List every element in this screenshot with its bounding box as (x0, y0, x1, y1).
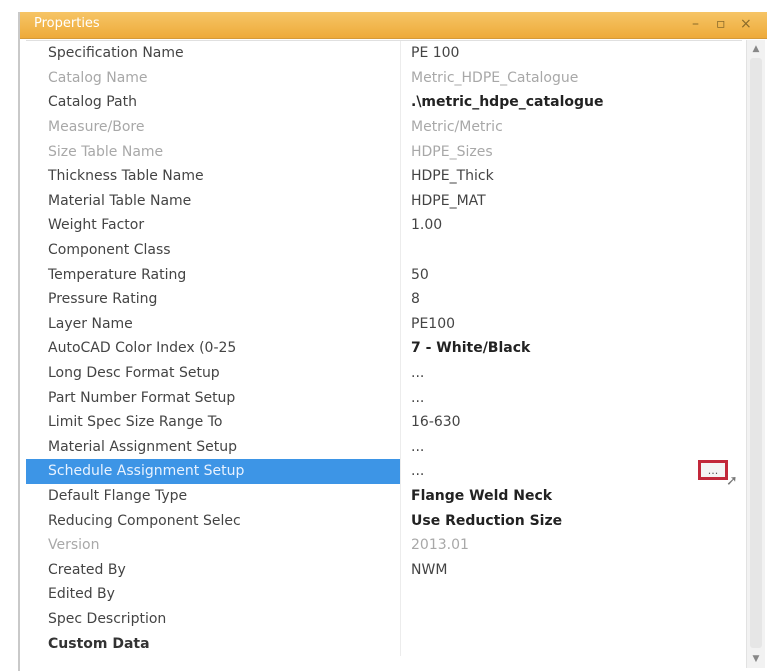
property-row[interactable]: Custom Data (26, 631, 742, 656)
property-name: Component Class (48, 242, 171, 259)
property-value[interactable]: 8 (400, 286, 742, 312)
property-row[interactable]: Part Number Format Setup... (26, 385, 742, 410)
property-grid: Specification Name PE 100 Catalog Name Metr… (26, 40, 742, 669)
close-icon[interactable]: × (740, 15, 752, 33)
property-value[interactable] (400, 631, 742, 656)
property-row[interactable]: Schedule Assignment Setup...... ➚ (26, 459, 742, 489)
property-value[interactable]: HDPE_Thick (400, 163, 742, 189)
property-name: Thickness Table Name (48, 168, 204, 185)
property-value[interactable]: 2013.01 (400, 532, 742, 558)
property-row[interactable]: Measure/Bore Metric/Metric (26, 114, 742, 140)
property-row[interactable]: Edited By (26, 582, 742, 607)
property-name: Spec Description (48, 610, 167, 627)
property-row[interactable]: Created By NWM (26, 557, 742, 583)
property-row[interactable]: Temperature Rating 50 (26, 262, 742, 287)
property-value[interactable]: ... (400, 459, 742, 484)
property-name: Custom Data (48, 635, 150, 652)
property-value[interactable]: ... (400, 360, 742, 386)
property-value[interactable]: PE 100 (400, 41, 742, 66)
property-row[interactable]: Spec Description (26, 606, 742, 632)
restore-icon[interactable]: ▫ (716, 15, 726, 33)
property-value[interactable] (400, 606, 742, 632)
property-value[interactable]: HDPE_Sizes (400, 139, 742, 164)
property-value[interactable]: Metric/Metric (400, 114, 742, 140)
vertical-scrollbar[interactable]: ▲ ▼ (746, 40, 765, 668)
property-row[interactable]: Reducing Component Selec Use Reduction Si… (26, 508, 742, 533)
property-value[interactable]: Metric_HDPE_Catalogue (400, 65, 742, 91)
property-row[interactable]: Specification Name PE 100 (26, 41, 742, 66)
property-row[interactable]: Size Table Name HDPE_Sizes (26, 139, 742, 164)
property-value[interactable]: 50 (400, 262, 742, 287)
property-value[interactable]: 7 - White/Black (400, 336, 742, 361)
property-value[interactable]: PE100 (400, 311, 742, 337)
property-value[interactable]: Use Reduction Size (400, 508, 742, 533)
panel-title: Properties (34, 16, 100, 31)
property-name: Long Desc Format Setup (48, 365, 220, 382)
property-name: Schedule Assignment Setup (26, 459, 400, 484)
scroll-down-icon[interactable]: ▼ (747, 652, 765, 666)
property-row[interactable]: Version 2013.01 (26, 532, 742, 558)
property-name: Material Table Name (48, 192, 192, 209)
property-row[interactable]: Pressure Rating 8 (26, 286, 742, 312)
property-name: Limit Spec Size Range To (48, 414, 223, 431)
properties-panel: Properties – ▫ × Specification Name PE 10… (18, 12, 767, 671)
property-name: Size Table Name (48, 143, 164, 160)
property-row[interactable]: Default Flange Type Flange Weld Neck (26, 483, 742, 509)
property-name: Reducing Component Selec (48, 512, 241, 529)
property-row[interactable]: Catalog Path .\metric_hdpe_catalogue (26, 90, 742, 115)
ellipsis-button[interactable]: ... (698, 460, 728, 481)
property-name: Created By (48, 561, 126, 578)
property-name: Part Number Format Setup (48, 389, 236, 406)
property-value[interactable]: 1.00 (400, 213, 742, 238)
property-value[interactable] (400, 237, 742, 263)
property-name: Material Assignment Setup (48, 438, 237, 455)
property-row[interactable]: Material Table Name HDPE_MAT (26, 188, 742, 214)
scrollbar-thumb[interactable] (750, 58, 762, 648)
minimize-icon[interactable]: – (692, 15, 699, 33)
panel-titlebar[interactable]: Properties – ▫ × (20, 12, 767, 39)
property-value[interactable]: ... (400, 434, 742, 460)
property-value[interactable]: ... (400, 385, 742, 410)
property-name: Default Flange Type (48, 487, 188, 504)
property-name: Catalog Path (48, 94, 137, 111)
property-name: Measure/Bore (48, 119, 145, 136)
property-row[interactable]: Weight Factor 1.00 (26, 213, 742, 238)
property-value[interactable]: 16-630 (400, 409, 742, 435)
property-value[interactable]: NWM (400, 557, 742, 583)
property-row[interactable]: Layer Name PE100 (26, 311, 742, 337)
property-row[interactable]: Component Class (26, 237, 742, 263)
property-row[interactable]: Material Assignment Setup... (26, 434, 742, 460)
property-row[interactable]: Limit Spec Size Range To 16-630 (26, 409, 742, 435)
property-value[interactable]: .\metric_hdpe_catalogue (400, 90, 742, 115)
property-row[interactable]: Thickness Table Name HDPE_Thick (26, 163, 742, 189)
property-name: AutoCAD Color Index (0-25 (48, 340, 237, 357)
property-name: Weight Factor (48, 217, 145, 234)
property-name: Version (48, 537, 100, 554)
property-name: Catalog Name (48, 69, 148, 86)
property-value[interactable]: Flange Weld Neck (400, 483, 742, 509)
property-name: Layer Name (48, 315, 133, 332)
property-name: Edited By (48, 586, 115, 603)
property-row[interactable]: Catalog Name Metric_HDPE_Catalogue (26, 65, 742, 91)
property-value[interactable]: HDPE_MAT (400, 188, 742, 214)
property-name: Specification Name (48, 45, 184, 62)
property-value[interactable] (400, 582, 742, 607)
property-name: Temperature Rating (48, 266, 187, 283)
property-row[interactable]: AutoCAD Color Index (0-25 7 - White/Black (26, 336, 742, 361)
property-row[interactable]: Long Desc Format Setup... (26, 360, 742, 386)
scroll-up-icon[interactable]: ▲ (747, 42, 765, 56)
property-name: Pressure Rating (48, 291, 158, 308)
